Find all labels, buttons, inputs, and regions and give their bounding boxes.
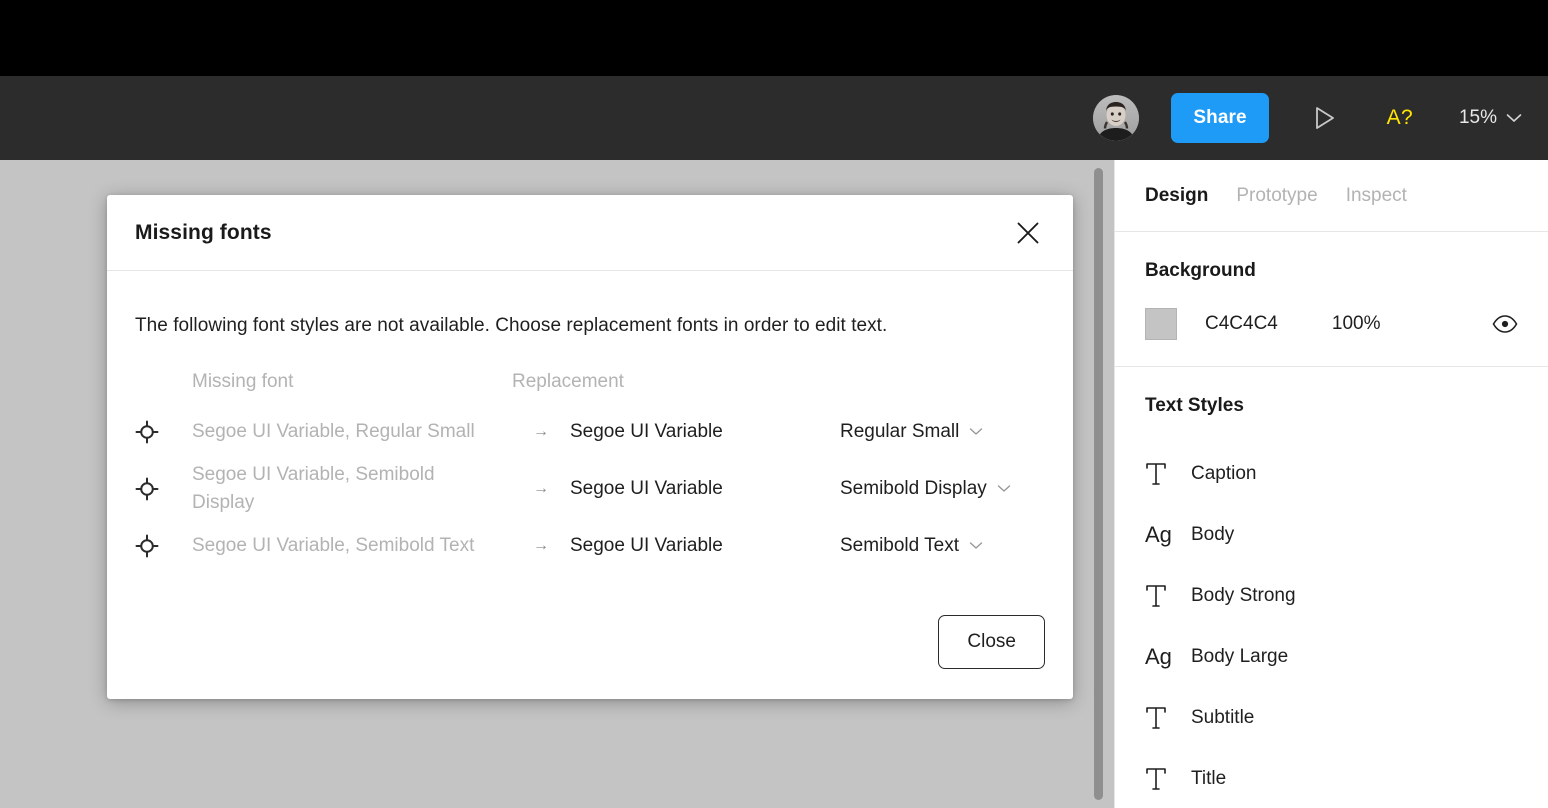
replacement-family-select[interactable]: Segoe UI Variable	[570, 421, 840, 443]
replacement-family-select[interactable]: Segoe UI Variable	[570, 535, 840, 557]
chevron-down-icon	[1506, 114, 1522, 122]
sidebar-tabs: Design Prototype Inspect	[1115, 160, 1548, 232]
replacement-style-select[interactable]: Semibold Display	[840, 478, 1045, 500]
dialog-description: The following font styles are not availa…	[135, 315, 888, 336]
background-color-swatch[interactable]	[1145, 308, 1177, 340]
text-t-icon	[1145, 705, 1191, 731]
toolbar-right-group: Share A? 15%	[1093, 76, 1548, 160]
text-ag-icon: Ag	[1145, 521, 1191, 547]
background-section: Background C4C4C4 100%	[1115, 232, 1548, 367]
dialog-body: The following font styles are not availa…	[107, 271, 1073, 615]
column-header-missing-font: Missing font	[192, 371, 294, 392]
missing-font-name: Segoe UI Variable, Regular Small	[192, 420, 475, 442]
text-ag-icon: Ag	[1145, 643, 1191, 669]
target-icon[interactable]	[135, 534, 192, 558]
tab-prototype[interactable]: Prototype	[1236, 185, 1317, 207]
right-sidebar: Design Prototype Inspect Background C4C4…	[1114, 160, 1548, 808]
zoom-control[interactable]: 15%	[1459, 107, 1522, 129]
dialog-header: Missing fonts	[107, 195, 1073, 271]
app-root: Share A? 15% Missing fonts The following…	[0, 0, 1548, 808]
table-header-row: Missing font Replacement	[135, 371, 1045, 393]
background-opacity-value[interactable]: 100%	[1332, 313, 1381, 335]
text-style-t-icon	[1146, 706, 1166, 729]
missing-fonts-dialog: Missing fonts The following font styles …	[107, 195, 1073, 699]
top-black-strip	[0, 0, 1548, 76]
list-item[interactable]: Subtitle	[1145, 687, 1518, 748]
chevron-down-icon	[997, 485, 1010, 492]
arrow-icon: →	[533, 536, 549, 554]
missing-font-name: Segoe UI Variable, Semibold Text	[192, 534, 475, 556]
text-styles-heading: Text Styles	[1145, 395, 1244, 416]
close-x-icon	[1017, 222, 1039, 243]
text-style-label: Body Strong	[1191, 584, 1296, 606]
user-avatar[interactable]	[1093, 95, 1140, 141]
text-style-label: Subtitle	[1191, 706, 1255, 728]
replacement-style-value: Semibold Display	[840, 477, 987, 499]
arrow-icon: →	[533, 422, 549, 440]
text-style-t-icon	[1146, 462, 1166, 485]
list-item[interactable]: Title	[1145, 748, 1518, 808]
background-row: C4C4C4 100%	[1145, 308, 1518, 340]
eye-icon[interactable]	[1492, 315, 1518, 333]
zoom-level-value: 15%	[1458, 107, 1497, 128]
list-item[interactable]: Body Strong	[1145, 565, 1518, 626]
text-t-icon	[1145, 461, 1191, 487]
background-hex-value[interactable]: C4C4C4	[1205, 313, 1278, 335]
target-crosshair-icon	[135, 420, 159, 443]
dialog-footer: Close	[107, 615, 1073, 699]
chevron-down-icon	[969, 542, 983, 549]
text-style-ag-glyph: Ag	[1145, 643, 1172, 669]
text-style-label: Body	[1191, 523, 1235, 545]
share-button[interactable]: Share	[1171, 93, 1269, 143]
missing-fonts-table: Missing font Replacement Segoe UI Variab…	[135, 371, 1045, 574]
target-icon[interactable]	[135, 420, 192, 444]
chevron-down-icon	[970, 428, 983, 435]
eye-visibility-icon	[1492, 315, 1518, 333]
tab-inspect[interactable]: Inspect	[1346, 185, 1407, 207]
missing-font-name: Segoe UI Variable, Semibold Display	[192, 463, 435, 513]
play-icon[interactable]	[1297, 93, 1353, 143]
text-style-t-icon	[1146, 767, 1166, 790]
missing-fonts-indicator[interactable]: A?	[1387, 106, 1413, 130]
tab-design[interactable]: Design	[1145, 185, 1208, 207]
text-style-ag-glyph: Ag	[1145, 521, 1172, 547]
text-styles-section: Text Styles Caption Ag Body Body Strong …	[1115, 367, 1548, 808]
replacement-family-select[interactable]: Segoe UI Variable	[570, 478, 840, 500]
text-t-icon	[1145, 766, 1191, 792]
table-row: Segoe UI Variable, Regular Small → Segoe…	[135, 403, 1045, 460]
target-crosshair-icon	[135, 477, 159, 500]
text-style-t-icon	[1146, 584, 1166, 607]
text-style-label: Caption	[1191, 462, 1257, 484]
arrow-icon: →	[533, 479, 549, 497]
background-heading: Background	[1145, 260, 1256, 281]
dialog-title: Missing fonts	[135, 220, 272, 244]
close-icon[interactable]	[1011, 216, 1045, 250]
table-row: Segoe UI Variable, Semibold Text → Segoe…	[135, 517, 1045, 574]
table-row: Segoe UI Variable, Semibold Display → Se…	[135, 460, 1045, 517]
replacement-style-select[interactable]: Regular Small	[840, 421, 1045, 443]
list-item[interactable]: Ag Body	[1145, 504, 1518, 565]
scrollbar-thumb[interactable]	[1094, 168, 1103, 800]
canvas-vertical-scrollbar[interactable]	[1088, 160, 1108, 808]
replacement-style-value: Regular Small	[840, 420, 960, 442]
text-style-label: Body Large	[1191, 645, 1289, 667]
play-triangle-icon	[1315, 107, 1334, 129]
target-icon[interactable]	[135, 477, 192, 501]
text-style-label: Title	[1191, 767, 1227, 789]
list-item[interactable]: Caption	[1145, 443, 1518, 504]
replacement-style-select[interactable]: Semibold Text	[840, 535, 1045, 557]
avatar-image	[1093, 95, 1140, 141]
column-header-replacement: Replacement	[512, 371, 624, 392]
list-item[interactable]: Ag Body Large	[1145, 626, 1518, 687]
text-t-icon	[1145, 583, 1191, 609]
top-toolbar: Share A? 15%	[0, 76, 1548, 160]
replacement-style-value: Semibold Text	[840, 534, 959, 556]
target-crosshair-icon	[135, 534, 159, 557]
close-button[interactable]: Close	[938, 615, 1045, 669]
